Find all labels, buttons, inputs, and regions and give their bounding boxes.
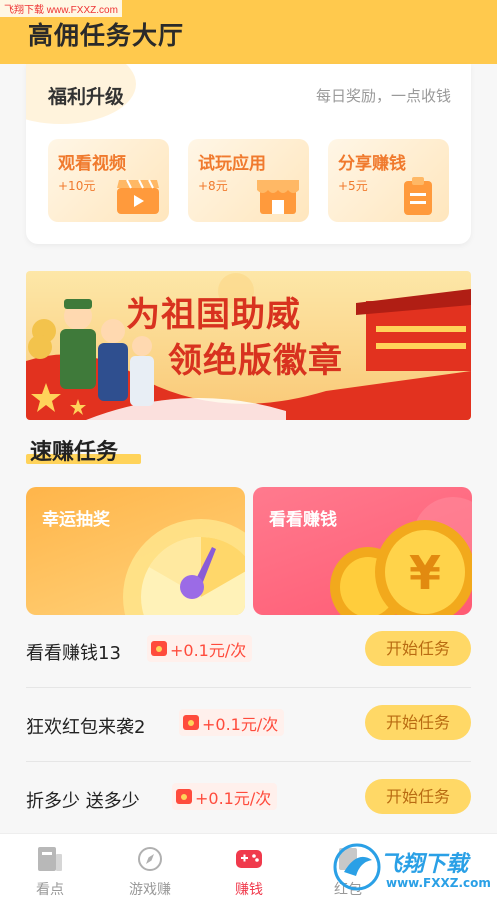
welfare-card-video[interactable]: 观看视频 +10元 [48, 139, 169, 222]
promo-banner[interactable]: 为祖国助威 领绝版徽章 [26, 271, 471, 420]
red-envelope-icon [151, 641, 167, 656]
welfare-card-label: 试玩应用 [198, 154, 266, 174]
welfare-title: 福利升级 [48, 86, 125, 108]
tab-label: 看点 [36, 882, 64, 898]
task-name: 看看赚钱13 [26, 643, 121, 664]
page-title: 高佣任务大厅 [28, 21, 185, 50]
red-envelope-icon [183, 715, 199, 730]
watermark-logo-text: 飞翔下载 [380, 852, 469, 877]
watch-earn-label: 看看赚钱 [269, 510, 337, 530]
task-reward-text: +0.1元/次 [202, 714, 279, 734]
task-name: 折多少 送多少 [26, 791, 140, 812]
svg-text:¥: ¥ [409, 546, 441, 600]
task-row: 狂欢红包来袭2 +0.1元/次 开始任务 [26, 688, 471, 762]
welfare-subtitle: 每日奖励，一点收钱 [315, 87, 451, 105]
welfare-card-share[interactable]: 分享赚钱 +5元 [328, 139, 449, 222]
tab-label: 游戏赚 [129, 882, 171, 898]
watermark-logo-url: www.FXXZ.com [386, 876, 491, 890]
watch-earn-card[interactable]: ¥ 看看赚钱 [253, 487, 472, 615]
shop-icon [257, 180, 299, 214]
task-reward-text: +0.1元/次 [170, 640, 247, 660]
lucky-draw-card[interactable]: 幸运抽奖 [26, 487, 245, 615]
video-clapper-icon [117, 179, 159, 214]
welfare-card-value: +10元 [58, 179, 96, 193]
task-reward-badge: +0.1元/次 [147, 635, 253, 662]
welfare-card-trial[interactable]: 试玩应用 +8元 [188, 139, 309, 222]
news-icon [38, 847, 62, 871]
watermark-site-text: 飞翔下载 www.FXXZ.com [0, 0, 122, 17]
welfare-card-value: +8元 [198, 179, 228, 193]
task-reward-text: +0.1元/次 [195, 788, 272, 808]
welfare-card-label: 分享赚钱 [338, 154, 406, 174]
quick-tasks-title: 速赚任务 [30, 440, 119, 465]
banner-subheadline: 领绝版徽章 [168, 341, 343, 381]
task-name: 狂欢红包来袭2 [26, 717, 146, 738]
welfare-card-label: 观看视频 [58, 154, 126, 174]
task-reward-badge: +0.1元/次 [179, 709, 285, 736]
red-envelope-icon [176, 789, 192, 804]
tab-earn-money[interactable]: 赚钱 [199, 834, 299, 900]
watermark-bird-icon [333, 843, 381, 891]
clipboard-icon [404, 177, 432, 215]
lucky-draw-label: 幸运抽奖 [42, 510, 110, 530]
welfare-card-value: +5元 [338, 179, 368, 193]
start-task-button[interactable]: 开始任务 [365, 705, 471, 740]
banner-headline: 为祖国助威 [126, 295, 301, 335]
task-row: 看看赚钱13 +0.1元/次 开始任务 [26, 614, 471, 688]
start-task-button[interactable]: 开始任务 [365, 779, 471, 814]
welfare-panel: 福利升级 每日奖励，一点收钱 观看视频 +10元 试玩应用 +8元 分享赚钱 +… [26, 64, 471, 244]
gamepad-icon [236, 850, 262, 868]
start-task-button[interactable]: 开始任务 [365, 631, 471, 666]
compass-icon [138, 847, 162, 871]
tab-kandian[interactable]: 看点 [0, 834, 100, 900]
tab-game-earn[interactable]: 游戏赚 [100, 834, 200, 900]
watermark-logo: 飞翔下载 www.FXXZ.com [330, 836, 491, 896]
tab-label: 赚钱 [235, 882, 263, 898]
task-row: 折多少 送多少 +0.1元/次 开始任务 [26, 762, 471, 836]
task-reward-badge: +0.1元/次 [172, 783, 278, 810]
